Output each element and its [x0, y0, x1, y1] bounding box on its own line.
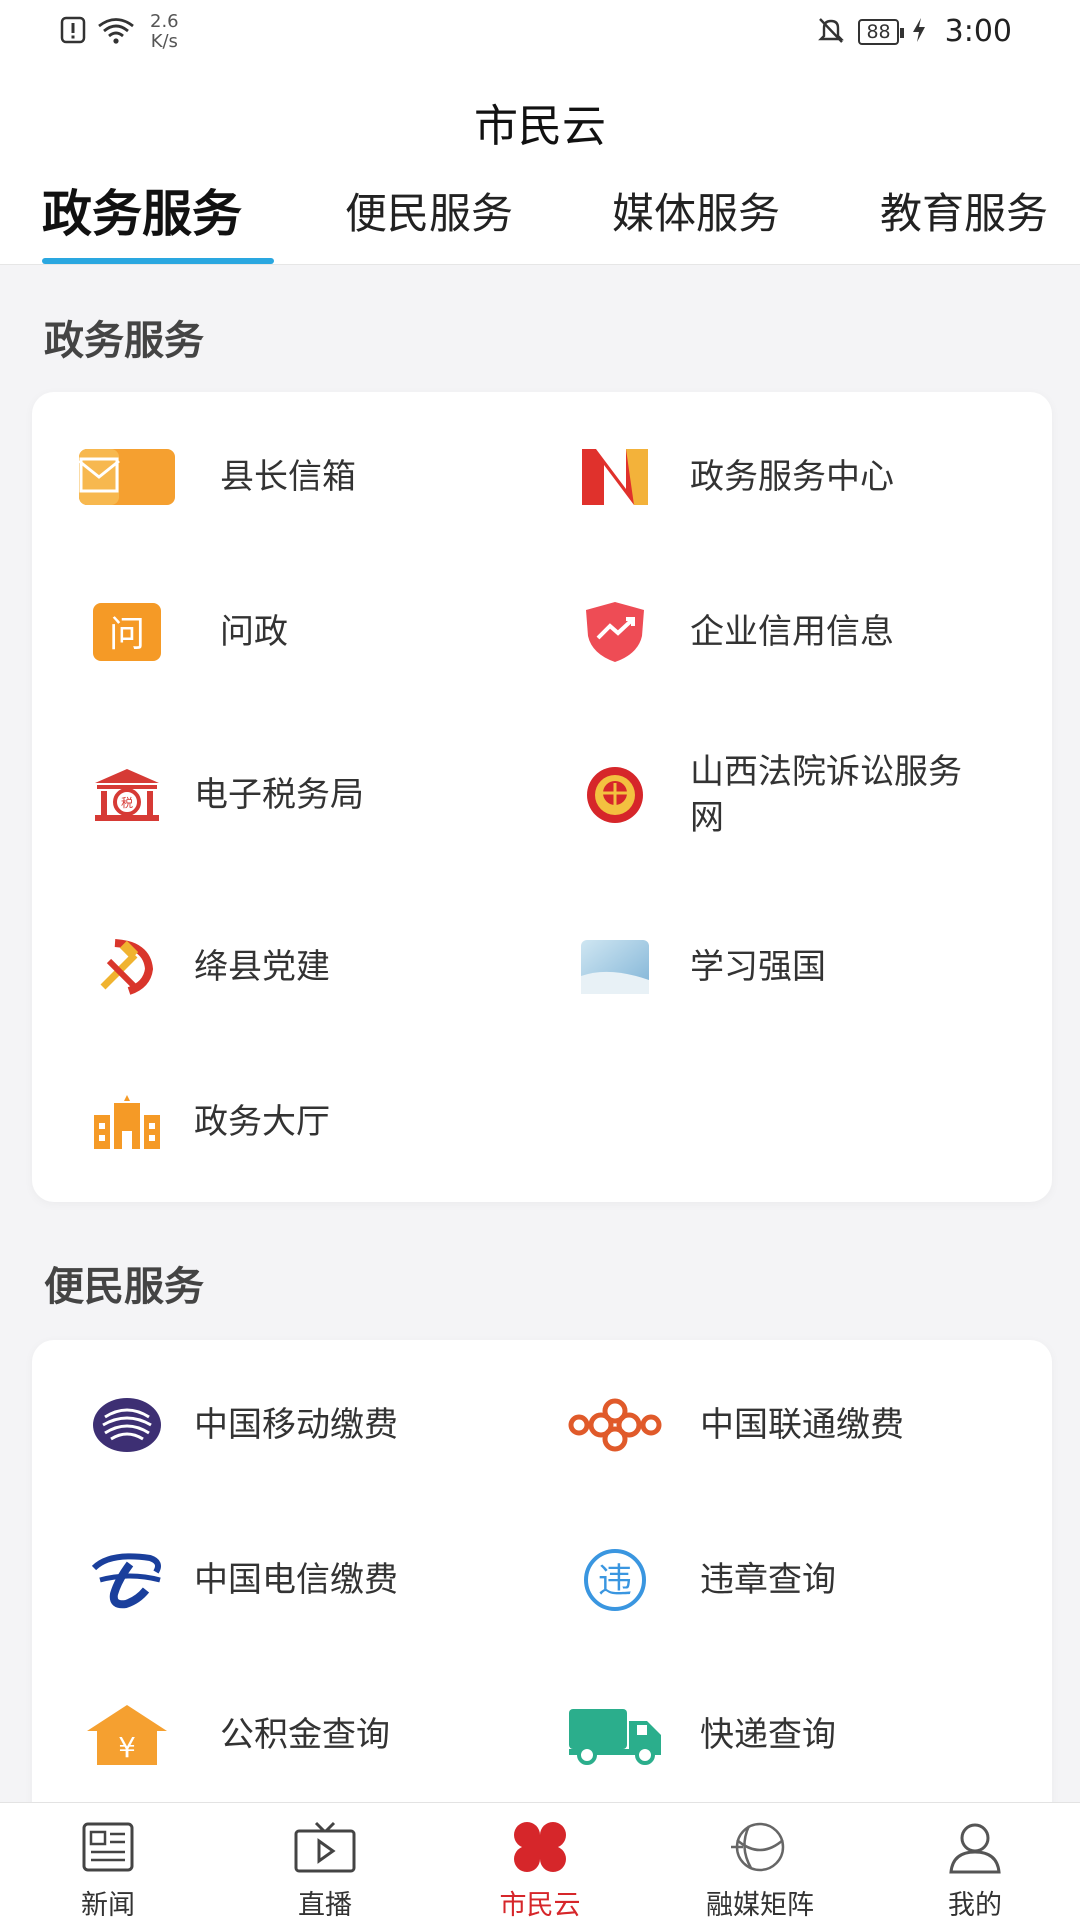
service-government-hall[interactable]: 政务大厅: [72, 1067, 330, 1177]
active-tab-indicator: [42, 258, 274, 264]
user-icon: [905, 1817, 1045, 1877]
service-label: 中国联通缴费: [700, 1405, 904, 1445]
service-label: 政务大厅: [194, 1102, 330, 1142]
nav-media-matrix[interactable]: 融媒矩阵: [690, 1817, 830, 1920]
net-speed-value: 2.6: [150, 11, 179, 32]
live-tv-icon: [255, 1817, 395, 1877]
status-bar: 2.6 K/s 88 3:00: [0, 0, 1080, 70]
clover-icon: [470, 1817, 610, 1877]
service-traffic-violation[interactable]: 违 违章查询: [560, 1525, 836, 1635]
tax-bureau-icon: 税: [72, 750, 182, 840]
government-hall-icon: [72, 1077, 182, 1167]
service-label: 学习强国: [690, 947, 826, 987]
china-telecom-icon: [72, 1535, 182, 1625]
media-matrix-icon: [690, 1817, 830, 1877]
nav-news[interactable]: 新闻: [38, 1817, 178, 1920]
nav-label: 新闻: [81, 1890, 135, 1920]
svg-text:税: 税: [121, 796, 133, 810]
party-emblem-icon: [72, 922, 182, 1012]
service-china-telecom[interactable]: 中国电信缴费: [72, 1525, 398, 1635]
clock: 3:00: [944, 14, 1012, 49]
mailbox-icon: [72, 432, 182, 522]
service-ask-government[interactable]: 问 问政: [72, 577, 288, 687]
service-china-mobile[interactable]: 中国移动缴费: [72, 1370, 398, 1480]
china-mobile-icon: [72, 1380, 182, 1470]
service-label: 县长信箱: [220, 457, 356, 497]
nav-label: 我的: [948, 1890, 1002, 1920]
svg-text:违: 违: [598, 1561, 632, 1601]
xuexi-icon: [560, 922, 670, 1012]
category-tabs: 政务服务 便民服务 媒体服务 教育服务: [0, 180, 1080, 265]
convenience-services-card: 中国移动缴费 中国联通缴费 中国电信缴费 违 违章查询 ¥ 公积金查询 快递查询: [32, 1340, 1052, 1802]
service-tax-bureau[interactable]: 税 电子税务局: [72, 740, 364, 850]
service-label: 违章查询: [700, 1560, 836, 1600]
court-emblem-icon: [560, 750, 670, 840]
service-express-tracking[interactable]: 快递查询: [560, 1680, 836, 1790]
shield-trend-icon: [560, 587, 670, 677]
nav-label: 市民云: [499, 1890, 581, 1920]
alert-sim-icon: [60, 15, 86, 49]
bottom-navigation: 新闻 直播 市民云 融媒矩阵 我的: [0, 1802, 1080, 1920]
wifi-icon: [96, 15, 136, 49]
service-enterprise-credit[interactable]: 企业信用信息: [560, 577, 894, 687]
network-speed: 2.6 K/s: [150, 12, 179, 52]
status-left: 2.6 K/s: [60, 12, 179, 52]
service-party-building[interactable]: 绛县党建: [72, 912, 330, 1022]
service-housing-fund[interactable]: ¥ 公积金查询: [72, 1680, 390, 1790]
ask-icon: 问: [72, 587, 182, 677]
tab-education-services[interactable]: 教育服务: [880, 180, 1048, 241]
nav-profile[interactable]: 我的: [905, 1817, 1045, 1920]
government-services-card: 县长信箱 政务服务中心 问 问政 企业信用信息 税 电子税务局 山西法院诉讼服务…: [32, 392, 1052, 1202]
tab-media-services[interactable]: 媒体服务: [612, 180, 780, 241]
tab-government-services[interactable]: 政务服务: [42, 174, 242, 246]
status-right: 88 3:00: [816, 14, 1012, 49]
nav-citizen-cloud[interactable]: 市民云: [470, 1817, 610, 1920]
violation-icon: 违: [560, 1535, 670, 1625]
battery-indicator: 88: [858, 18, 904, 45]
service-label: 中国移动缴费: [194, 1405, 398, 1445]
news-icon: [38, 1817, 178, 1877]
header: 市民云 政务服务 便民服务 媒体服务 教育服务: [0, 70, 1080, 265]
service-label: 电子税务局: [194, 775, 364, 815]
china-unicom-icon: [560, 1380, 670, 1470]
services-content[interactable]: 政务服务 县长信箱 政务服务中心 问 问政 企业信用信息 税 电子税务局 山西法…: [0, 266, 1080, 1802]
service-label: 快递查询: [700, 1715, 836, 1755]
service-label: 问政: [220, 612, 288, 652]
section-title-convenience: 便民服务: [44, 1264, 204, 1310]
section-title-government: 政务服务: [44, 318, 204, 364]
page-title: 市民云: [474, 101, 606, 152]
bell-muted-icon: [816, 15, 846, 49]
delivery-truck-icon: [560, 1690, 670, 1780]
service-label: 企业信用信息: [690, 612, 894, 652]
service-label: 公积金查询: [220, 1715, 390, 1755]
nav-live[interactable]: 直播: [255, 1817, 395, 1920]
n-logo-icon: [560, 432, 670, 522]
charging-icon: [911, 17, 927, 47]
svg-text:问: 问: [109, 614, 145, 655]
net-speed-unit: K/s: [150, 31, 178, 52]
service-label: 中国电信缴费: [194, 1560, 398, 1600]
service-label: 山西法院诉讼服务网: [690, 752, 962, 838]
app-root: 2.6 K/s 88 3:00 市民云 政务服务 便民服务 媒体服务 教育服务 …: [0, 0, 1080, 1920]
tab-convenience-services[interactable]: 便民服务: [345, 180, 513, 241]
service-label: 绛县党建: [194, 947, 330, 987]
housing-fund-icon: ¥: [72, 1690, 182, 1780]
nav-label: 直播: [298, 1890, 352, 1920]
nav-label: 融媒矩阵: [706, 1890, 814, 1920]
svg-text:¥: ¥: [118, 1731, 136, 1764]
service-shanxi-court[interactable]: 山西法院诉讼服务网: [560, 740, 1030, 850]
service-label: 政务服务中心: [690, 457, 894, 497]
service-china-unicom[interactable]: 中国联通缴费: [560, 1370, 904, 1480]
service-xuexi-qiangguo[interactable]: 学习强国: [560, 912, 826, 1022]
service-county-mailbox[interactable]: 县长信箱: [72, 422, 356, 532]
service-government-center[interactable]: 政务服务中心: [560, 422, 894, 532]
